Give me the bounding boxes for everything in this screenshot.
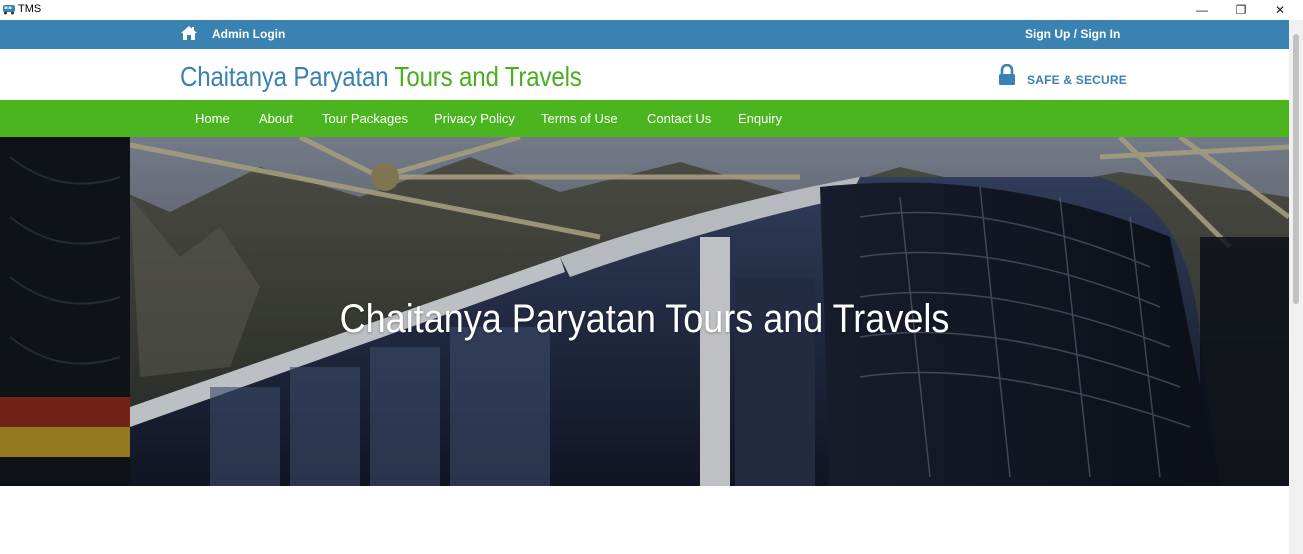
home-icon[interactable] (180, 25, 198, 41)
window-titlebar: TMS — ❐ ✕ (0, 0, 1303, 20)
restore-icon: ❐ (1235, 3, 1247, 17)
minimize-button[interactable]: — (1182, 0, 1222, 20)
nav-item-tour-packages[interactable]: Tour Packages (322, 111, 408, 126)
nav-item-home[interactable]: Home (195, 111, 230, 126)
close-icon: ✕ (1274, 3, 1286, 17)
page-scrollbar[interactable] (1289, 20, 1303, 554)
nav-item-contact-us[interactable]: Contact Us (647, 111, 711, 126)
brand-name-part1: Chaitanya Paryatan (180, 61, 389, 92)
main-nav: Home About Tour Packages Privacy Policy … (0, 100, 1289, 137)
brand-name-part2: Tours and Travels (394, 61, 582, 92)
nav-item-enquiry[interactable]: Enquiry (738, 111, 782, 126)
close-button[interactable]: ✕ (1260, 0, 1300, 20)
nav-item-terms-of-use[interactable]: Terms of Use (541, 111, 618, 126)
web-page: Admin Login Sign Up / Sign In Chaitanya … (0, 20, 1289, 554)
signup-signin-link[interactable]: Sign Up / Sign In (1025, 27, 1120, 41)
maximize-button[interactable]: ❐ (1221, 0, 1261, 20)
tms-app-icon (3, 5, 15, 15)
hero-banner: Chaitanya Paryatan Tours and Travels (0, 137, 1289, 486)
admin-login-link[interactable]: Admin Login (212, 27, 285, 41)
brand-bar: Chaitanya Paryatan Tours and Travels SAF… (0, 49, 1289, 100)
scrollbar-thumb[interactable] (1293, 34, 1299, 304)
hero-title: Chaitanya Paryatan Tours and Travels (339, 297, 950, 341)
top-bar: Admin Login Sign Up / Sign In (0, 20, 1289, 49)
nav-item-about[interactable]: About (259, 111, 293, 126)
lock-icon (999, 64, 1015, 85)
nav-item-privacy-policy[interactable]: Privacy Policy (434, 111, 515, 126)
window-title: TMS (18, 3, 42, 15)
minimize-icon: — (1196, 3, 1208, 17)
safe-secure-label: SAFE & SECURE (1027, 73, 1127, 87)
site-logo[interactable]: Chaitanya Paryatan Tours and Travels (180, 61, 582, 93)
